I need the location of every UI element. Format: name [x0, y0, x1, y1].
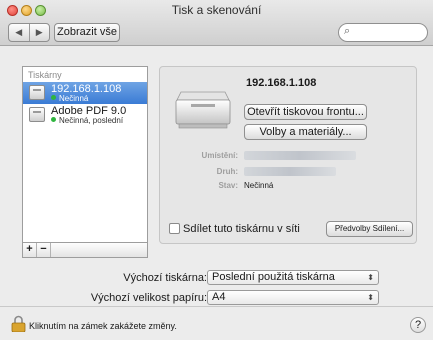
- printer-list-controls: + −: [22, 243, 148, 258]
- share-printer-option[interactable]: Sdílet tuto tiskárnu v síti: [169, 223, 300, 235]
- back-button[interactable]: ◀: [9, 24, 29, 41]
- sharing-preferences-button[interactable]: Předvolby Sdílení...: [326, 221, 413, 237]
- window-toolbar: Tisk a skenování ◀ ▶ Zobrazit vše ⌕: [0, 0, 433, 46]
- show-all-button[interactable]: Zobrazit vše: [54, 23, 120, 42]
- default-paper-value: A4: [212, 291, 226, 303]
- window-title: Tisk a skenování: [171, 3, 262, 17]
- printer-status: Nečinná, poslední: [51, 116, 123, 125]
- search-field[interactable]: ⌕: [338, 23, 428, 42]
- options-supplies-button[interactable]: Volby a materiály...: [244, 124, 367, 140]
- printer-list-item[interactable]: Adobe PDF 9.0 Nečinná, poslední: [23, 104, 147, 126]
- default-printer-label: Výchozí tiskárna:: [123, 272, 207, 284]
- forward-button[interactable]: ▶: [28, 24, 50, 41]
- status-dot-icon: [51, 117, 56, 122]
- kind-value-redacted: [244, 167, 336, 176]
- default-paper-label: Výchozí velikost papíru:: [90, 292, 207, 304]
- share-printer-checkbox[interactable]: [169, 223, 180, 234]
- lock-icon[interactable]: [11, 315, 26, 332]
- selected-printer-name: 192.168.1.108: [246, 77, 317, 89]
- printer-status-text: Nečinná: [59, 94, 89, 103]
- printer-list-header: Tiskárny: [28, 70, 62, 80]
- lock-status-text: Kliknutím na zámek zakážete změny.: [29, 321, 177, 331]
- status-dot-icon: [51, 95, 56, 100]
- printer-status: Nečinná: [51, 94, 88, 103]
- updown-arrows-icon: ⬍: [367, 273, 374, 282]
- back-forward-control: ◀ ▶: [8, 23, 50, 42]
- default-printer-select[interactable]: Poslední použitá tiskárna ⬍: [207, 270, 379, 285]
- footer-divider: [0, 306, 433, 307]
- location-label: Umístění:: [201, 151, 238, 160]
- add-printer-button[interactable]: +: [23, 243, 37, 257]
- kind-label: Druh:: [216, 167, 238, 176]
- share-printer-label: Sdílet tuto tiskárnu v síti: [183, 223, 300, 235]
- search-input[interactable]: [355, 26, 421, 39]
- printer-status-text: Nečinná, poslední: [59, 116, 124, 125]
- default-paper-select[interactable]: A4 ⬍: [207, 290, 379, 305]
- printer-icon: [29, 85, 45, 100]
- default-printer-value: Poslední použitá tiskárna: [212, 271, 335, 283]
- status-value: Nečinná: [244, 181, 274, 190]
- help-button[interactable]: ?: [410, 317, 426, 333]
- status-label: Stav:: [218, 181, 238, 190]
- magnifier-icon: ⌕: [344, 25, 351, 37]
- printer-list-item[interactable]: 192.168.1.108 Nečinná: [23, 82, 147, 104]
- printer-detail-panel: 192.168.1.108 Otevřít tiskovou frontu...…: [159, 66, 417, 244]
- updown-arrows-icon: ⬍: [367, 293, 374, 302]
- location-value-redacted: [244, 151, 356, 160]
- open-print-queue-button[interactable]: Otevřít tiskovou frontu...: [244, 104, 367, 120]
- printer-large-icon: [175, 91, 231, 129]
- printer-icon: [29, 107, 45, 122]
- remove-printer-button[interactable]: −: [37, 243, 51, 257]
- printer-list[interactable]: Tiskárny 192.168.1.108 Nečinná Adobe PDF…: [22, 66, 148, 243]
